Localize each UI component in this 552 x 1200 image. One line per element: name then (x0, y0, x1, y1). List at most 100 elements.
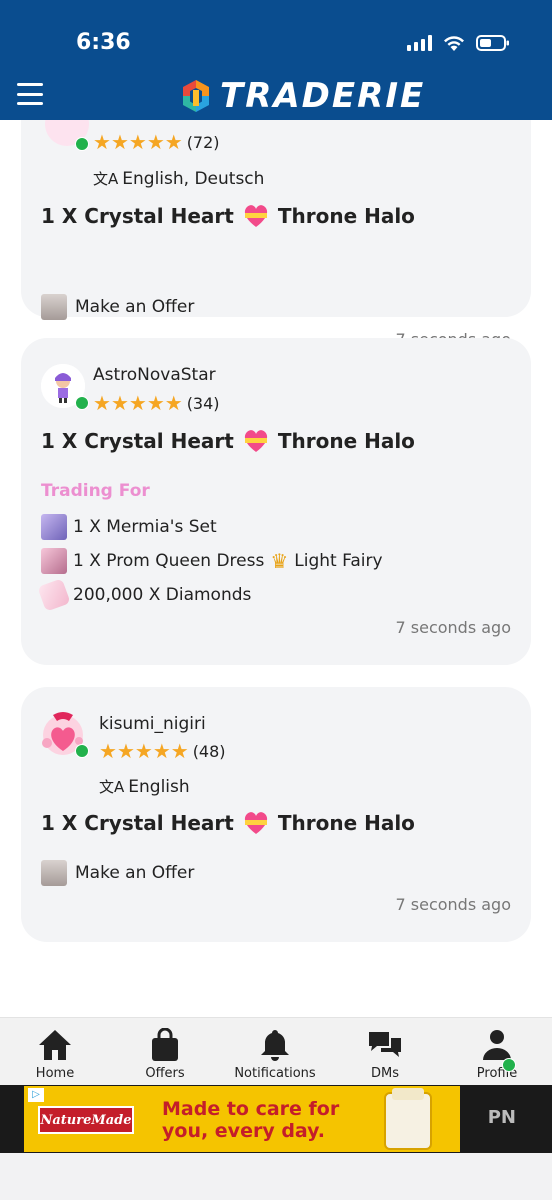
online-status-dot (75, 396, 89, 410)
listing-item-suffix: Throne Halo (277, 429, 415, 453)
make-offer[interactable]: Make an Offer (41, 294, 194, 320)
trading-for-item-text: 1 X Prom Queen Dress (73, 551, 265, 571)
listing-item[interactable]: 1 X Crystal Heart Throne Halo (41, 810, 415, 836)
tab-label: Offers (145, 1066, 185, 1081)
listings-feed[interactable]: ★ ★ ★ ★ ★ (72) 文A English, Deutsch 1 X Cryst… (0, 120, 552, 1017)
ad-headline: Made to care for you, every day. (162, 1098, 339, 1142)
tab-dms[interactable]: DMs (330, 1028, 440, 1081)
star-icon: ★ (93, 130, 111, 154)
languages: 文A English (99, 776, 190, 797)
traderie-logo[interactable]: TRADERIE (178, 76, 425, 116)
status-bar: 6:36 (0, 0, 552, 70)
trading-for-item-text: 1 X Mermia's Set (73, 517, 217, 537)
star-icon: ★ (134, 739, 153, 763)
star-icon: ★ (99, 739, 117, 763)
username[interactable]: kisumi_nigiri (99, 714, 206, 734)
heart-ribbon-icon (244, 812, 267, 834)
trading-for-item-text: 200,000 X Diamonds (73, 585, 252, 605)
listing-item-name: 1 X Crystal Heart (41, 811, 234, 835)
bottom-safe-area (0, 1153, 552, 1200)
listing-card[interactable]: ★ ★ ★ ★ ★ (72) 文A English, Deutsch 1 X Cryst… (21, 120, 531, 349)
status-time: 6:36 (76, 30, 131, 55)
trading-for-item-suffix: Light Fairy (294, 551, 383, 571)
star-icon: ★ (164, 130, 183, 154)
timestamp: 7 seconds ago (395, 895, 512, 914)
cellular-signal-icon (407, 35, 432, 51)
ad-brand-logo: NatureMade (38, 1106, 134, 1134)
battery-icon (476, 34, 510, 52)
languages-text: English, Deutsch (122, 168, 265, 189)
tab-label: Notifications (234, 1066, 316, 1081)
tab-profile[interactable]: Profile (442, 1028, 552, 1081)
listing-card[interactable]: kisumi_nigiri ★ ★ ★ ★ ★ (48) 文A English 1 X … (21, 687, 531, 942)
star-rating: ★ ★ ★ ★ ★ (72) (93, 132, 220, 152)
offer-icon (41, 860, 67, 886)
make-offer-label: Make an Offer (75, 297, 195, 317)
rating-count: (72) (186, 132, 220, 152)
advertisement[interactable]: ▷ NatureMade Made to care for you, every… (24, 1086, 460, 1152)
app-header: TRADERIE (0, 70, 552, 120)
ad-choices-icon[interactable]: ▷ (28, 1088, 44, 1102)
tab-label: Home (35, 1066, 75, 1081)
crown-icon: ♛ (270, 549, 289, 573)
listing-item[interactable]: 1 X Crystal Heart Throne Halo (41, 203, 415, 229)
item-thumbnail (41, 548, 67, 574)
trading-for-item[interactable]: 200,000 X Diamonds (37, 578, 252, 612)
user-icon (483, 1030, 511, 1060)
online-status-dot (75, 744, 89, 758)
rating-count: (34) (186, 393, 220, 413)
make-offer-label: Make an Offer (75, 863, 195, 883)
ad-network-badge: PN (487, 1107, 516, 1128)
heart-ribbon-icon (244, 205, 267, 227)
translate-icon: 文A (93, 170, 119, 188)
tab-notifications[interactable]: Notifications (220, 1028, 330, 1081)
star-icon: ★ (128, 130, 147, 154)
timestamp: 7 seconds ago (395, 618, 512, 637)
item-thumbnail (41, 514, 67, 540)
offer-icon (41, 294, 67, 320)
ad-headline-line2: you, every day. (162, 1120, 326, 1142)
make-offer[interactable]: Make an Offer (41, 860, 194, 886)
star-icon: ★ (164, 391, 183, 415)
star-rating: ★ ★ ★ ★ ★ (34) (93, 393, 220, 413)
star-icon: ★ (128, 391, 147, 415)
hamburger-menu-icon[interactable] (17, 83, 43, 105)
traderie-logo-icon (183, 80, 209, 112)
trading-for-item[interactable]: 1 X Prom Queen Dress ♛ Light Fairy (41, 548, 383, 574)
online-status-dot (75, 137, 89, 151)
tab-offers[interactable]: Offers (110, 1028, 220, 1081)
languages-text: English (128, 776, 190, 797)
tab-label: DMs (371, 1066, 399, 1081)
trading-for-item[interactable]: 1 X Mermia's Set (41, 514, 217, 540)
listing-item-name: 1 X Crystal Heart (41, 204, 234, 228)
rating-count: (48) (192, 741, 226, 761)
listing-card[interactable]: AstroNovaStar ★ ★ ★ ★ ★ (34) 1 X Crystal Hea… (21, 338, 531, 665)
ad-headline-line1: Made to care for (162, 1098, 340, 1120)
trading-for-heading: Trading For (41, 481, 150, 501)
star-icon: ★ (152, 739, 171, 763)
listing-item-name: 1 X Crystal Heart (41, 429, 234, 453)
heart-ribbon-icon (244, 430, 267, 452)
listing-item[interactable]: 1 X Crystal Heart Throne Halo (41, 428, 415, 454)
star-icon: ★ (110, 391, 129, 415)
chat-bubbles-icon (369, 1032, 401, 1057)
online-status-dot (502, 1058, 516, 1072)
status-icons (407, 34, 510, 52)
bell-icon (261, 1030, 289, 1061)
star-icon: ★ (146, 130, 165, 154)
diamond-icon (37, 578, 71, 612)
bottom-tab-bar: Home Offers Notifications DMs Profile (0, 1017, 552, 1085)
wifi-icon (442, 34, 466, 52)
shopping-bag-icon (152, 1028, 178, 1061)
star-icon: ★ (110, 130, 129, 154)
ad-banner[interactable]: ▷ NatureMade Made to care for you, every… (0, 1085, 552, 1153)
tab-home[interactable]: Home (0, 1028, 110, 1081)
home-icon (39, 1030, 71, 1060)
vitamin-bottle-image (384, 1088, 432, 1150)
username[interactable]: AstroNovaStar (93, 365, 216, 385)
star-icon: ★ (116, 739, 135, 763)
listing-item-suffix: Throne Halo (277, 811, 415, 835)
star-icon: ★ (170, 739, 189, 763)
translate-icon: 文A (99, 778, 125, 796)
listing-item-suffix: Throne Halo (277, 204, 415, 228)
